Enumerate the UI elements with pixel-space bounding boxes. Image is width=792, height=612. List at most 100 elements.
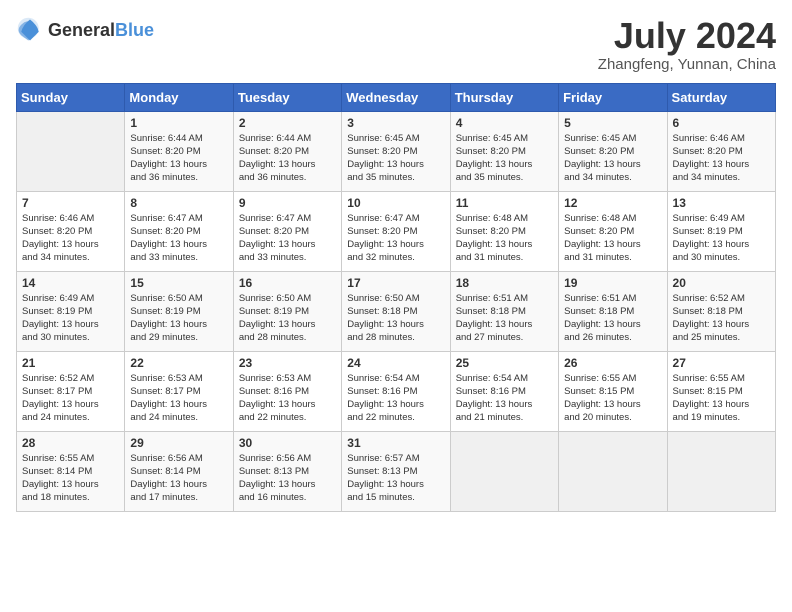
logo-text-blue: Blue [115, 20, 154, 40]
day-info: Sunrise: 6:56 AM Sunset: 8:13 PM Dayligh… [239, 452, 336, 505]
day-number: 1 [130, 116, 227, 130]
day-number: 10 [347, 196, 444, 210]
calendar-cell: 10 Sunrise: 6:47 AM Sunset: 8:20 PM Dayli… [342, 191, 450, 271]
logo-icon [16, 16, 44, 44]
calendar-cell: 20Sunrise: 6:52 AM Sunset: 8:18 PM Dayli… [667, 271, 775, 351]
calendar-cell: 19 Sunrise: 6:51 AM Sunset: 8:18 PM Dayli… [559, 271, 667, 351]
day-info: Sunrise: 6:55 AM Sunset: 8:14 PM Dayligh… [22, 452, 119, 505]
title-block: July 2024 Zhangfeng, Yunnan, China [598, 16, 776, 73]
calendar-cell: 27Sunrise: 6:55 AM Sunset: 8:15 PM Dayli… [667, 351, 775, 431]
header-thursday: Thursday [450, 83, 558, 111]
day-number: 16 [239, 276, 336, 290]
day-number: 23 [239, 356, 336, 370]
day-number: 14 [22, 276, 119, 290]
day-number: 24 [347, 356, 444, 370]
day-number: 26 [564, 356, 661, 370]
calendar-cell: 14 Sunrise: 6:49 AM Sunset: 8:19 PM Dayli… [17, 271, 125, 351]
calendar-cell: 2Sunrise: 6:44 AM Sunset: 8:20 PM Daylig… [233, 111, 341, 191]
day-info: Sunrise: 6:50 AM Sunset: 8:18 PM Dayligh… [347, 292, 444, 345]
day-info: Sunrise: 6:45 AM Sunset: 8:20 PM Dayligh… [347, 132, 444, 185]
calendar-cell: 31Sunrise: 6:57 AM Sunset: 8:13 PM Dayli… [342, 431, 450, 511]
day-number: 11 [456, 196, 553, 210]
day-number: 17 [347, 276, 444, 290]
day-info: Sunrise: 6:50 AM Sunset: 8:19 PM Dayligh… [130, 292, 227, 345]
header-saturday: Saturday [667, 83, 775, 111]
day-number: 20 [673, 276, 770, 290]
calendar-cell: 4Sunrise: 6:45 AM Sunset: 8:20 PM Daylig… [450, 111, 558, 191]
calendar-cell: 3 Sunrise: 6:45 AM Sunset: 8:20 PM Daylig… [342, 111, 450, 191]
day-number: 27 [673, 356, 770, 370]
calendar-cell [450, 431, 558, 511]
day-info: Sunrise: 6:49 AM Sunset: 8:19 PM Dayligh… [673, 212, 770, 265]
day-number: 12 [564, 196, 661, 210]
day-number: 8 [130, 196, 227, 210]
day-info: Sunrise: 6:48 AM Sunset: 8:20 PM Dayligh… [456, 212, 553, 265]
day-number: 7 [22, 196, 119, 210]
calendar-week-row: 1 Sunrise: 6:44 AM Sunset: 8:20 PM Daylig… [17, 111, 776, 191]
calendar-cell: 25 Sunrise: 6:54 AM Sunset: 8:16 PM Dayli… [450, 351, 558, 431]
day-number: 29 [130, 436, 227, 450]
header-tuesday: Tuesday [233, 83, 341, 111]
header-friday: Friday [559, 83, 667, 111]
day-info: Sunrise: 6:55 AM Sunset: 8:15 PM Dayligh… [564, 372, 661, 425]
calendar-cell: 8 Sunrise: 6:47 AM Sunset: 8:20 PM Daylig… [125, 191, 233, 271]
header-wednesday: Wednesday [342, 83, 450, 111]
day-info: Sunrise: 6:49 AM Sunset: 8:19 PM Dayligh… [22, 292, 119, 345]
calendar-cell: 9Sunrise: 6:47 AM Sunset: 8:20 PM Daylig… [233, 191, 341, 271]
day-info: Sunrise: 6:44 AM Sunset: 8:20 PM Dayligh… [130, 132, 227, 185]
page-header: GeneralBlue July 2024 Zhangfeng, Yunnan,… [16, 16, 776, 73]
calendar-cell: 26 Sunrise: 6:55 AM Sunset: 8:15 PM Dayli… [559, 351, 667, 431]
calendar-cell: 17 Sunrise: 6:50 AM Sunset: 8:18 PM Dayli… [342, 271, 450, 351]
calendar-cell: 23 Sunrise: 6:53 AM Sunset: 8:16 PM Dayli… [233, 351, 341, 431]
day-info: Sunrise: 6:54 AM Sunset: 8:16 PM Dayligh… [347, 372, 444, 425]
day-info: Sunrise: 6:51 AM Sunset: 8:18 PM Dayligh… [564, 292, 661, 345]
calendar-cell: 6Sunrise: 6:46 AM Sunset: 8:20 PM Daylig… [667, 111, 775, 191]
day-number: 15 [130, 276, 227, 290]
day-info: Sunrise: 6:48 AM Sunset: 8:20 PM Dayligh… [564, 212, 661, 265]
day-info: Sunrise: 6:57 AM Sunset: 8:13 PM Dayligh… [347, 452, 444, 505]
day-number: 30 [239, 436, 336, 450]
calendar-cell: 21 Sunrise: 6:52 AM Sunset: 8:17 PM Dayli… [17, 351, 125, 431]
day-number: 2 [239, 116, 336, 130]
day-number: 22 [130, 356, 227, 370]
calendar-cell: 16 Sunrise: 6:50 AM Sunset: 8:19 PM Dayli… [233, 271, 341, 351]
day-number: 19 [564, 276, 661, 290]
logo-text-general: General [48, 20, 115, 40]
day-info: Sunrise: 6:54 AM Sunset: 8:16 PM Dayligh… [456, 372, 553, 425]
month-year-title: July 2024 [598, 16, 776, 56]
day-info: Sunrise: 6:47 AM Sunset: 8:20 PM Dayligh… [130, 212, 227, 265]
day-info: Sunrise: 6:51 AM Sunset: 8:18 PM Dayligh… [456, 292, 553, 345]
calendar-cell: 12 Sunrise: 6:48 AM Sunset: 8:20 PM Dayli… [559, 191, 667, 271]
location-subtitle: Zhangfeng, Yunnan, China [598, 56, 776, 73]
day-number: 13 [673, 196, 770, 210]
calendar-week-row: 21 Sunrise: 6:52 AM Sunset: 8:17 PM Dayli… [17, 351, 776, 431]
calendar-table: SundayMondayTuesdayWednesdayThursdayFrid… [16, 83, 776, 512]
day-number: 5 [564, 116, 661, 130]
day-number: 21 [22, 356, 119, 370]
day-info: Sunrise: 6:52 AM Sunset: 8:17 PM Dayligh… [22, 372, 119, 425]
calendar-week-row: 28 Sunrise: 6:55 AM Sunset: 8:14 PM Dayli… [17, 431, 776, 511]
calendar-cell: 1 Sunrise: 6:44 AM Sunset: 8:20 PM Daylig… [125, 111, 233, 191]
calendar-cell: 7Sunrise: 6:46 AM Sunset: 8:20 PM Daylig… [17, 191, 125, 271]
calendar-week-row: 14 Sunrise: 6:49 AM Sunset: 8:19 PM Dayli… [17, 271, 776, 351]
header-monday: Monday [125, 83, 233, 111]
day-number: 28 [22, 436, 119, 450]
day-info: Sunrise: 6:45 AM Sunset: 8:20 PM Dayligh… [564, 132, 661, 185]
calendar-cell: 18 Sunrise: 6:51 AM Sunset: 8:18 PM Dayli… [450, 271, 558, 351]
calendar-cell: 28 Sunrise: 6:55 AM Sunset: 8:14 PM Dayli… [17, 431, 125, 511]
logo: GeneralBlue [16, 16, 154, 44]
day-info: Sunrise: 6:53 AM Sunset: 8:16 PM Dayligh… [239, 372, 336, 425]
day-number: 3 [347, 116, 444, 130]
calendar-week-row: 7Sunrise: 6:46 AM Sunset: 8:20 PM Daylig… [17, 191, 776, 271]
calendar-cell [559, 431, 667, 511]
day-number: 18 [456, 276, 553, 290]
day-info: Sunrise: 6:53 AM Sunset: 8:17 PM Dayligh… [130, 372, 227, 425]
day-info: Sunrise: 6:50 AM Sunset: 8:19 PM Dayligh… [239, 292, 336, 345]
day-number: 25 [456, 356, 553, 370]
calendar-cell: 13 Sunrise: 6:49 AM Sunset: 8:19 PM Dayli… [667, 191, 775, 271]
day-info: Sunrise: 6:47 AM Sunset: 8:20 PM Dayligh… [239, 212, 336, 265]
day-info: Sunrise: 6:47 AM Sunset: 8:20 PM Dayligh… [347, 212, 444, 265]
calendar-cell: 29Sunrise: 6:56 AM Sunset: 8:14 PM Dayli… [125, 431, 233, 511]
calendar-header-row: SundayMondayTuesdayWednesdayThursdayFrid… [17, 83, 776, 111]
day-info: Sunrise: 6:46 AM Sunset: 8:20 PM Dayligh… [673, 132, 770, 185]
